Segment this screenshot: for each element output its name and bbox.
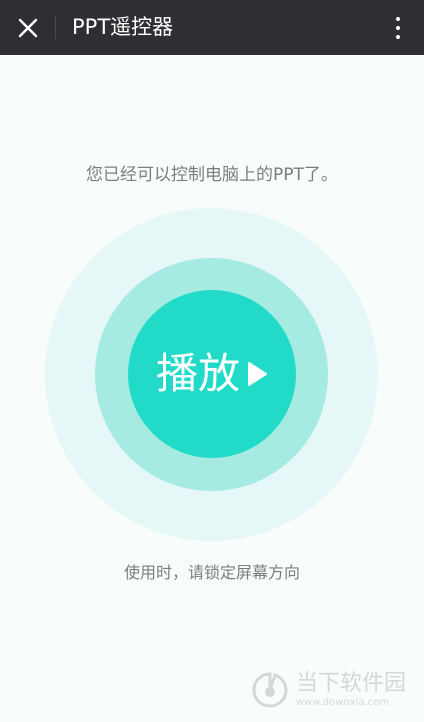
more-vertical-icon: [396, 17, 400, 21]
watermark-logo-icon: [252, 672, 288, 708]
play-button-label: 播放: [155, 349, 240, 398]
more-options-button[interactable]: [386, 10, 410, 46]
watermark-text: 当下软件园 www.downxia.com: [296, 671, 406, 709]
top-bar: PPT遥控器: [0, 0, 424, 55]
header-divider: [55, 16, 56, 39]
connection-status-text: 您已经可以控制电脑上的PPT了。: [86, 165, 338, 185]
watermark-name: 当下软件园: [295, 671, 406, 696]
more-dot: [396, 26, 400, 30]
page-title: PPT遥控器: [72, 15, 174, 39]
close-button[interactable]: [8, 8, 48, 48]
close-icon: [18, 18, 38, 38]
play-icon: [248, 362, 267, 386]
watermark: 当下软件园 www.downxia.com: [250, 670, 406, 710]
play-button[interactable]: 播放: [128, 290, 296, 458]
orientation-hint-text: 使用时，请锁定屏幕方向: [123, 563, 300, 582]
more-dot: [396, 35, 400, 39]
watermark-domain: www.downxia.com: [295, 697, 390, 708]
